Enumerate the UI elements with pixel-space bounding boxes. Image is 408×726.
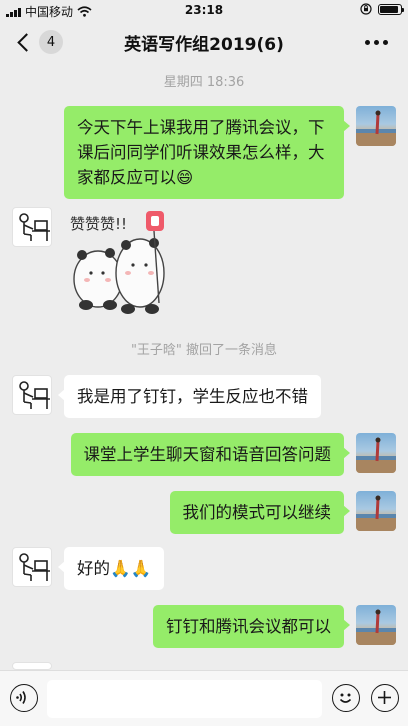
status-bar: 中国移动 23:18 <box>0 0 408 20</box>
plus-icon <box>378 691 391 704</box>
orientation-lock-icon <box>360 3 372 15</box>
chat-title: 英语写作组2019(6) <box>124 35 284 55</box>
self-avatar[interactable] <box>356 491 396 531</box>
message-text: 钉钉和腾讯会议都可以 <box>166 617 331 636</box>
message-text: 我们的模式可以继续 <box>182 503 332 522</box>
other-avatar[interactable] <box>12 547 52 587</box>
nav-bar: 4 英语写作组2019(6) <box>0 20 408 64</box>
beach-person-photo-icon <box>356 437 396 473</box>
dot-icon <box>374 40 379 45</box>
status-right <box>360 3 404 15</box>
desk-figure-icon <box>19 381 50 409</box>
self-avatar[interactable] <box>356 605 396 645</box>
more-options-button[interactable] <box>365 40 388 45</box>
message-text: 我是用了钉钉，学生反应也不错 <box>77 387 308 406</box>
dot-icon <box>365 40 370 45</box>
smiley-icon <box>339 693 352 703</box>
beach-person-photo-icon <box>356 110 396 146</box>
message-text: 课堂上学生聊天窗和语音回答问题 <box>83 445 332 464</box>
beach-person-photo-icon <box>356 495 396 531</box>
dot-icon <box>383 40 388 45</box>
sticker-message[interactable]: 赞赞赞!! <box>66 207 176 323</box>
voice-icon <box>16 691 26 704</box>
voice-button[interactable] <box>10 684 38 712</box>
other-avatar[interactable] <box>12 375 52 415</box>
message-bubble-self[interactable]: 我们的模式可以继续 <box>169 491 350 534</box>
add-button[interactable] <box>371 684 399 712</box>
message-input[interactable] <box>47 680 322 718</box>
input-bar <box>0 670 408 726</box>
other-avatar[interactable] <box>12 662 52 670</box>
self-avatar[interactable] <box>356 433 396 473</box>
beach-person-photo-icon <box>356 609 396 645</box>
self-avatar[interactable] <box>356 106 396 146</box>
message-bubble-self[interactable]: 钉钉和腾讯会议都可以 <box>153 605 350 648</box>
message-bubble-self[interactable]: 今天下午上课我用了腾讯会议，下课后问同学们听课效果怎么样，大家都反应可以😄 <box>64 106 350 199</box>
emoji-button[interactable] <box>332 684 360 712</box>
message-bubble-other[interactable]: 我是用了钉钉，学生反应也不错 <box>58 375 321 418</box>
other-avatar[interactable] <box>12 207 52 247</box>
desk-figure-icon <box>19 213 50 241</box>
recall-notice: "王子晗" 撤回了一条消息 <box>130 343 278 358</box>
sticker-text: 赞赞赞!! <box>70 215 127 233</box>
message-bubble-other[interactable]: 好的🙏🙏 <box>57 547 165 590</box>
desk-figure-icon <box>19 553 50 581</box>
message-text: 今天下午上课我用了腾讯会议，下课后问同学们听课效果怎么样，大家都反应可以😄 <box>77 118 325 187</box>
message-bubble-self[interactable]: 课堂上学生聊天窗和语音回答问题 <box>70 433 350 476</box>
message-timestamp: 星期四 18:36 <box>163 75 245 90</box>
status-time: 23:18 <box>184 3 224 17</box>
battery-icon <box>378 3 404 15</box>
message-text: 好的🙏🙏 <box>77 559 152 578</box>
